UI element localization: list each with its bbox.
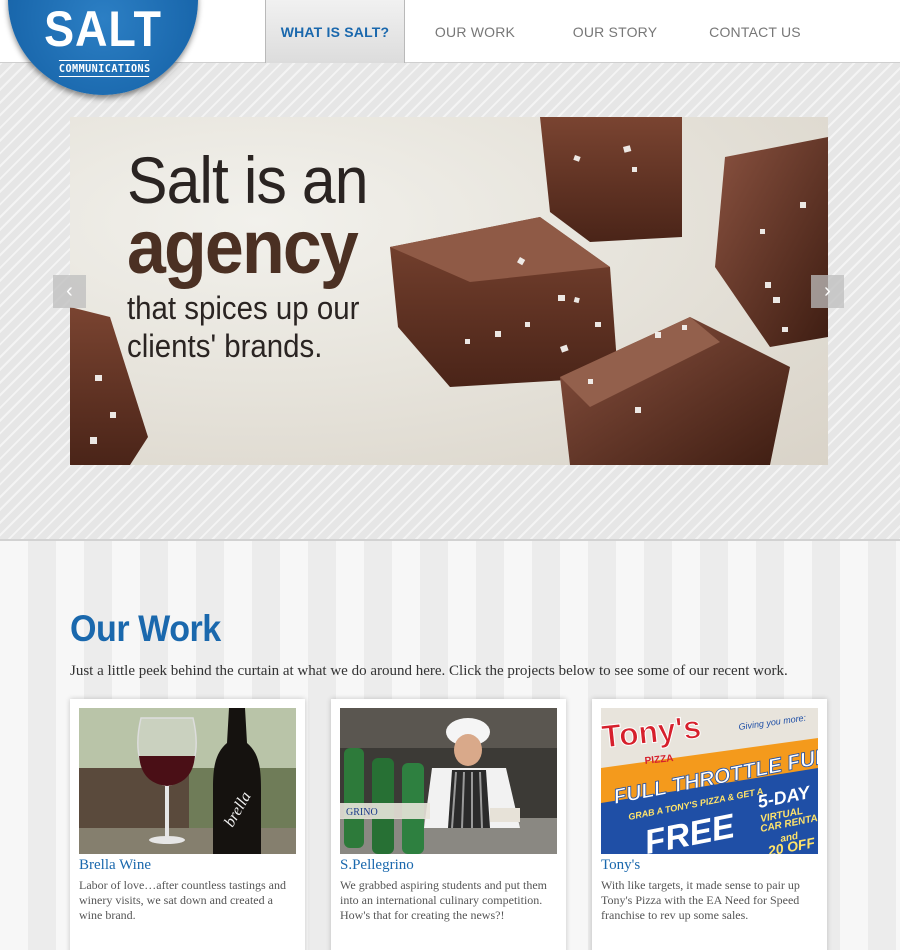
- hero-band: Salt is an agency that spices up our cli…: [0, 63, 900, 541]
- logo-subtitle: COMMUNICATIONS: [58, 60, 151, 77]
- nav-contact-us[interactable]: CONTACT US: [685, 0, 825, 63]
- work-card-brella[interactable]: brella Brella Wine Labor of love…after c…: [70, 699, 305, 950]
- section-intro: Just a little peek behind the curtain at…: [70, 663, 788, 679]
- chef-photo: GRINO: [340, 708, 557, 854]
- card-title[interactable]: Tony's: [601, 857, 640, 874]
- section-title: Our Work: [70, 608, 221, 649]
- work-card-pellegrino[interactable]: GRINO S.Pellegrino We grabbed aspiring s…: [331, 699, 566, 950]
- card-description: With like targets, it made sense to pair…: [601, 878, 800, 922]
- card-description: We grabbed aspiring students and put the…: [340, 878, 547, 922]
- hero-slide: Salt is an agency that spices up our cli…: [70, 117, 828, 465]
- card-title[interactable]: S.Pellegrino: [340, 857, 414, 874]
- logo-wordmark: SALT: [44, 1, 162, 57]
- nav-our-story[interactable]: OUR STORY: [545, 0, 685, 63]
- wine-bottle-photo: brella: [79, 708, 296, 854]
- work-card-tonys[interactable]: Tony's PIZZA Giving you more: FULL THROT…: [592, 699, 827, 950]
- chevron-right-icon: ›: [824, 280, 831, 302]
- pellegrino-image: GRINO: [340, 708, 557, 854]
- slider-prev-button[interactable]: ‹: [53, 275, 86, 308]
- tonys-ad-graphic: Tony's PIZZA Giving you more: FULL THROT…: [601, 708, 818, 854]
- nav-what-is-salt[interactable]: WHAT IS SALT?: [265, 0, 405, 63]
- hero-line-1: Salt is an: [127, 143, 368, 217]
- card-title[interactable]: Brella Wine: [79, 857, 151, 874]
- brella-wine-image: brella: [79, 708, 296, 854]
- main-nav: WHAT IS SALT? OUR WORK OUR STORY CONTACT…: [265, 0, 825, 63]
- nav-our-work[interactable]: OUR WORK: [405, 0, 545, 63]
- our-work-section: Our Work Just a little peek behind the c…: [0, 541, 900, 950]
- slider-next-button[interactable]: ›: [811, 275, 844, 308]
- hero-headline: Salt is an agency that spices up our cli…: [127, 147, 388, 365]
- card-description: Labor of love…after countless tastings a…: [79, 878, 286, 922]
- pellegrino-bottle-label: GRINO: [346, 807, 378, 818]
- chevron-left-icon: ‹: [66, 280, 73, 302]
- hero-line-3: that spices up our: [127, 290, 360, 326]
- tonys-image: Tony's PIZZA Giving you more: FULL THROT…: [601, 708, 818, 854]
- hero-line-2: agency: [127, 205, 359, 290]
- hero-line-4: clients' brands.: [127, 328, 323, 364]
